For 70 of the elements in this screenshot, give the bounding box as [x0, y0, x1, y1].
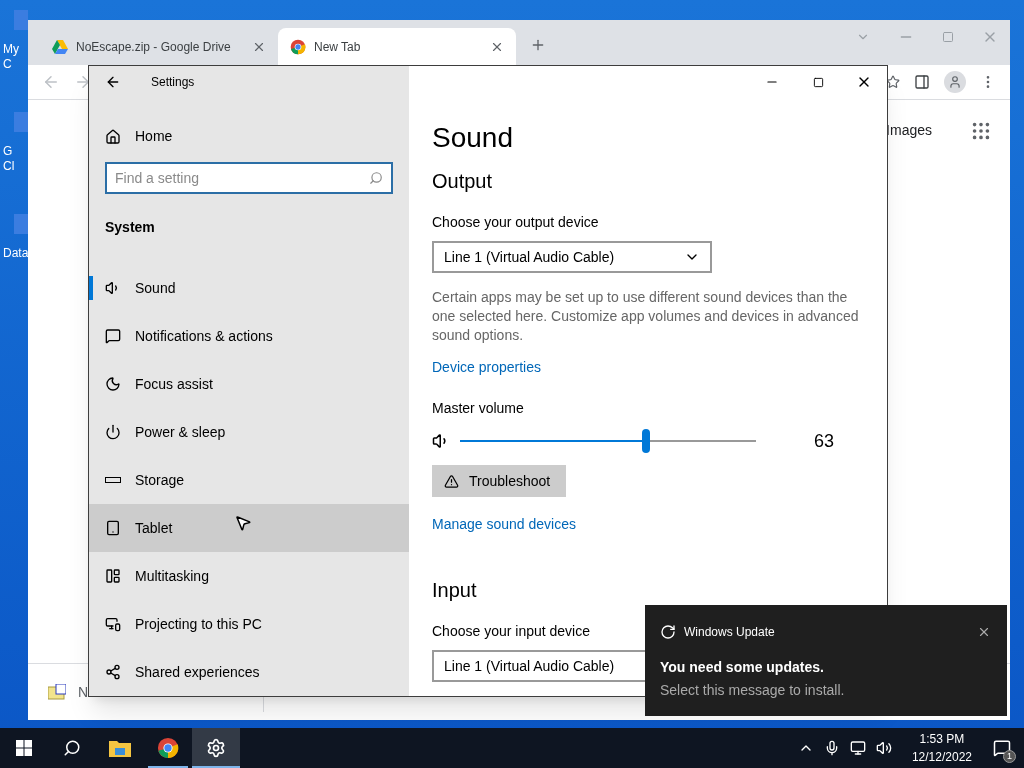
- section-heading: Output: [432, 169, 493, 194]
- chrome-tab-icon: [290, 38, 306, 55]
- maximize-icon: [812, 76, 824, 88]
- nav-item[interactable]: Projecting to this PC: [89, 600, 409, 648]
- windows-logo-icon: [16, 740, 32, 756]
- nav-item[interactable]: Shared experiences: [89, 648, 409, 696]
- field-label: Master volume: [432, 399, 524, 418]
- warning-icon: [444, 473, 459, 489]
- share-icon: [105, 664, 121, 680]
- nav-item[interactable]: Storage: [89, 456, 409, 504]
- volume-reading: 63: [814, 429, 835, 453]
- new-tab-icon[interactable]: [530, 37, 546, 53]
- field-label: Choose your output device: [432, 213, 599, 232]
- desktop-icon-label[interactable]: Cl: [0, 159, 15, 174]
- tablet-icon: [105, 520, 121, 536]
- nav-item[interactable]: Power & sleep: [89, 408, 409, 456]
- bookmark-star-icon[interactable]: [886, 75, 900, 89]
- desktop-icon-label[interactable]: My C: [0, 42, 28, 72]
- device-properties-link[interactable]: Device properties: [432, 357, 541, 378]
- volume-slider[interactable]: [460, 429, 756, 453]
- nav-item[interactable]: Focus assist: [89, 360, 409, 408]
- nav-item[interactable]: Notifications & actions: [89, 312, 409, 360]
- taskbar-app[interactable]: [192, 728, 240, 768]
- archive-file-icon: [48, 684, 66, 700]
- notification-badge: 1: [1003, 750, 1016, 763]
- mouse-pointer-icon: [234, 514, 252, 532]
- update-icon: [660, 624, 676, 640]
- toast-app-name: Windows Update: [684, 624, 776, 641]
- section-heading: System: [105, 218, 156, 237]
- clock[interactable]: 1:53 PM 12/12/2022: [903, 730, 980, 766]
- side-panel-icon[interactable]: [914, 74, 930, 90]
- folder-icon: [109, 739, 131, 757]
- gear-icon: [206, 738, 226, 758]
- field-label: Choose your input device: [432, 622, 590, 641]
- nav-item[interactable]: Sound: [89, 264, 409, 312]
- multitasking-icon: [105, 568, 121, 584]
- search-field[interactable]: Find a setting: [105, 162, 393, 194]
- nav-item[interactable]: Tablet: [89, 504, 409, 552]
- tab-title: New Tab: [314, 38, 362, 56]
- toast-message: Select this message to install.: [660, 681, 846, 700]
- chrome-icon: [157, 737, 179, 759]
- desktop-icon-label[interactable]: G: [0, 144, 13, 159]
- troubleshoot-button[interactable]: Troubleshoot: [432, 465, 566, 497]
- home-nav-item[interactable]: Home: [89, 113, 409, 160]
- search-icon: [369, 171, 383, 185]
- power-icon: [105, 424, 121, 440]
- message-icon: [105, 328, 121, 344]
- notification-toast[interactable]: Windows Update You need some updates. Select this message to install.: [645, 605, 1007, 716]
- moon-icon: [105, 376, 121, 392]
- desktop-icon-label[interactable]: Data: [0, 246, 29, 261]
- window-title: Settings: [151, 74, 195, 92]
- page-title: Sound: [432, 121, 513, 155]
- speaker-icon[interactable]: [875, 740, 892, 756]
- search-icon: [63, 739, 81, 757]
- output-device-dropdown[interactable]: Line 1 (Virtual Audio Cable): [432, 241, 712, 273]
- tab-title: NoEscape.zip - Google Drive: [76, 38, 232, 56]
- home-icon: [105, 128, 121, 145]
- section-heading: Input: [432, 578, 477, 603]
- close-icon[interactable]: [977, 625, 991, 639]
- browser-tab[interactable]: New Tab: [278, 28, 516, 65]
- action-center-button[interactable]: 1: [980, 728, 1024, 768]
- manage-devices-link[interactable]: Manage sound devices: [432, 514, 576, 535]
- info-paragraph: Certain apps may be set up to use different sound devices than the one selected here. Customize app volumes and devices in advanced sound options.: [432, 288, 860, 345]
- download-filename[interactable]: N: [78, 681, 89, 703]
- message-icon: [993, 739, 1011, 757]
- apps-grid-icon[interactable]: [970, 120, 992, 142]
- nav-item[interactable]: Multitasking: [89, 552, 409, 600]
- drive-icon: [52, 39, 68, 54]
- profile-avatar[interactable]: [944, 71, 966, 93]
- storage-icon: [105, 477, 121, 483]
